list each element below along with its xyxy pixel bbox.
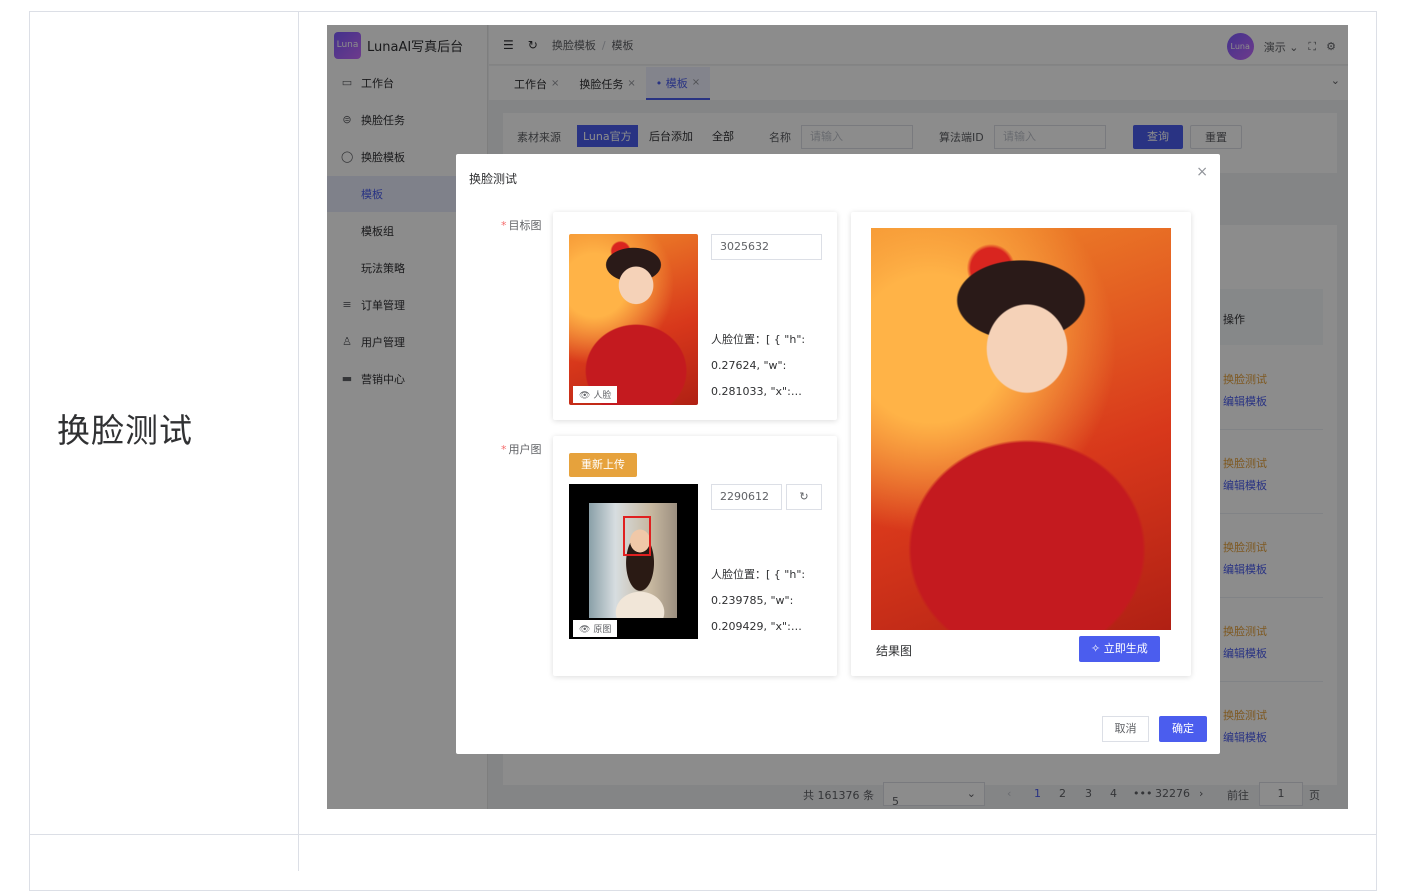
- generate-button-label: 立即生成: [1103, 642, 1148, 655]
- cancel-button[interactable]: 取消: [1102, 716, 1149, 742]
- result-card: 结果图 ✧ 立即生成: [851, 212, 1191, 676]
- face-detection-box: [623, 516, 651, 556]
- target-image-card: 👁 人脸 3025632 人脸位置：[ { "h": 0.27624, "w":…: [553, 212, 837, 420]
- target-id-input[interactable]: 3025632: [711, 234, 822, 260]
- eye-icon: 👁: [579, 391, 591, 401]
- required-mark: *: [501, 443, 507, 456]
- result-label: 结果图: [876, 644, 913, 658]
- user-face-position: 人脸位置：[ { "h": 0.239785, "w": 0.209429, "…: [711, 568, 806, 633]
- original-tag-button[interactable]: 👁 原图: [573, 620, 618, 637]
- magic-wand-icon: ✧: [1091, 642, 1101, 655]
- row-divider: [29, 834, 1377, 835]
- target-image-label: * 目标图: [501, 217, 542, 233]
- target-image[interactable]: [569, 234, 698, 405]
- generate-button[interactable]: ✧ 立即生成: [1079, 636, 1160, 662]
- faceswap-test-dialog: 换脸测试 × * 目标图 👁 人脸 3025632 人脸位置：[ { "h": 0…: [456, 154, 1220, 754]
- user-image-label: * 用户图: [501, 441, 542, 457]
- target-image-label-text: 目标图: [508, 219, 542, 232]
- row-label: 换脸测试: [57, 411, 193, 450]
- user-image-card: 重新上传 👁 原图 2290612 ↻ 人脸位置：[ { "h": 0.2397…: [553, 436, 837, 676]
- close-icon[interactable]: ×: [1196, 164, 1208, 180]
- required-mark: *: [501, 219, 507, 232]
- result-image[interactable]: [871, 228, 1171, 630]
- refresh-button[interactable]: ↻: [786, 484, 822, 510]
- target-face-position: 人脸位置：[ { "h": 0.27624, "w": 0.281033, "x…: [711, 333, 806, 398]
- reupload-button[interactable]: 重新上传: [569, 453, 637, 477]
- user-image[interactable]: [569, 484, 698, 639]
- column-divider: [298, 11, 299, 871]
- user-image-label-text: 用户图: [508, 443, 542, 456]
- user-id-input[interactable]: 2290612: [711, 484, 782, 510]
- app-screenshot: Luna LunaAI写真后台 ▭ 工作台 ⊜ 换脸任务 ◯ 换脸模板 模板 模…: [327, 25, 1348, 809]
- confirm-button[interactable]: 确定: [1159, 716, 1207, 742]
- face-tag-label: 人脸: [593, 391, 612, 401]
- dialog-title: 换脸测试: [469, 172, 518, 186]
- face-tag-button[interactable]: 👁 人脸: [573, 386, 618, 403]
- original-tag-label: 原图: [593, 625, 612, 635]
- eye-icon: 👁: [579, 625, 591, 635]
- refresh-icon: ↻: [799, 490, 809, 503]
